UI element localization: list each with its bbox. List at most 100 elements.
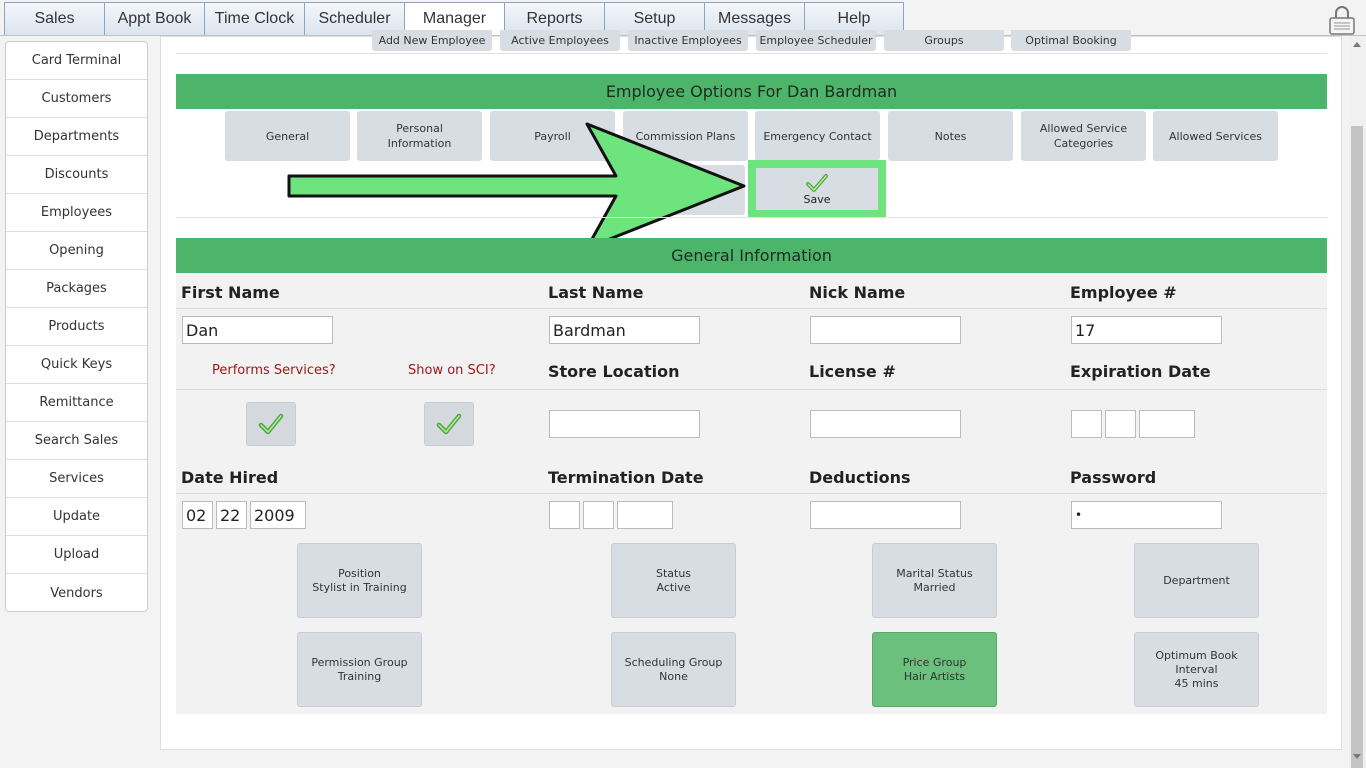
scroll-down-icon[interactable]: [1353, 754, 1361, 759]
add-new-employee-button[interactable]: Add New Employee: [372, 30, 492, 51]
deductions-field[interactable]: [810, 501, 961, 529]
pointer-arrow-icon: [287, 122, 746, 250]
position-title: Position: [338, 566, 381, 580]
row-divider: [176, 308, 1327, 309]
employee-options-header: Employee Options For Dan Bardman: [176, 74, 1327, 109]
optimum-book-interval-button[interactable]: Optimum Book Interval 45 mins: [1134, 632, 1259, 707]
optimum-book-subtitle: Interval: [1175, 662, 1218, 676]
show-on-sci-label: Show on SCI?: [408, 363, 496, 378]
lock-icon[interactable]: [1328, 5, 1356, 35]
row-divider: [176, 389, 1327, 390]
optimum-book-value: 45 mins: [1174, 676, 1219, 690]
optimal-booking-button[interactable]: Optimal Booking: [1011, 30, 1131, 51]
password-field[interactable]: •: [1071, 501, 1222, 529]
employee-scheduler-button[interactable]: Employee Scheduler: [756, 30, 876, 51]
active-employees-button[interactable]: Active Employees: [500, 30, 620, 51]
license-label: License #: [809, 362, 896, 381]
sidebar: Card Terminal Customers Departments Disc…: [5, 41, 148, 612]
sidebar-item-card-terminal[interactable]: Card Terminal: [6, 42, 147, 80]
permission-group-button[interactable]: Permission Group Training: [297, 632, 422, 707]
date-hired-year-field[interactable]: 2009: [250, 501, 306, 529]
employee-number-field[interactable]: 17: [1071, 316, 1222, 344]
marital-status-title: Marital Status: [896, 566, 973, 580]
status-button[interactable]: Status Active: [611, 543, 736, 618]
store-location-label: Store Location: [548, 362, 680, 381]
date-hired-month-field[interactable]: 02: [182, 501, 213, 529]
sidebar-item-discounts[interactable]: Discounts: [6, 156, 147, 194]
status-title: Status: [655, 566, 692, 580]
performs-services-checkbox[interactable]: [246, 402, 296, 446]
scroll-up-icon[interactable]: [1353, 42, 1361, 47]
permission-group-value: Training: [337, 669, 382, 683]
inactive-employees-button[interactable]: Inactive Employees: [628, 30, 748, 51]
last-name-label: Last Name: [548, 283, 644, 302]
save-highlight: Save: [748, 160, 886, 218]
sidebar-item-search-sales[interactable]: Search Sales: [6, 422, 147, 460]
tab-appt-book[interactable]: Appt Book: [104, 2, 204, 36]
general-information-header: General Information: [176, 238, 1327, 273]
option-allowed-services-button[interactable]: Allowed Services: [1153, 111, 1278, 161]
marital-status-button[interactable]: Marital Status Married: [872, 543, 997, 618]
save-button[interactable]: Save: [756, 168, 878, 210]
sidebar-item-packages[interactable]: Packages: [6, 270, 147, 308]
sidebar-item-employees[interactable]: Employees: [6, 194, 147, 232]
option-allowed-service-categories-button[interactable]: Allowed Service Categories: [1021, 111, 1146, 161]
sidebar-item-services[interactable]: Services: [6, 460, 147, 498]
sidebar-item-customers[interactable]: Customers: [6, 80, 147, 118]
check-icon: [258, 413, 284, 435]
price-group-button[interactable]: Price Group Hair Artists: [872, 632, 997, 707]
groups-button[interactable]: Groups: [884, 30, 1004, 51]
option-notes-button[interactable]: Notes: [888, 111, 1013, 161]
sidebar-item-opening[interactable]: Opening: [6, 232, 147, 270]
price-group-title: Price Group: [902, 655, 967, 669]
scheduling-group-title: Scheduling Group: [624, 655, 723, 669]
performs-services-label: Performs Services?: [212, 363, 336, 378]
department-button[interactable]: Department: [1134, 543, 1259, 618]
termination-day-field[interactable]: [583, 501, 614, 529]
check-icon: [806, 173, 828, 192]
sidebar-item-remittance[interactable]: Remittance: [6, 384, 147, 422]
termination-year-field[interactable]: [617, 501, 673, 529]
marital-status-value: Married: [913, 580, 956, 594]
store-location-field[interactable]: [549, 410, 700, 438]
first-name-field[interactable]: Dan: [182, 316, 333, 344]
expiration-year-field[interactable]: [1139, 410, 1195, 438]
nick-name-field[interactable]: [810, 316, 961, 344]
expiration-month-field[interactable]: [1071, 410, 1102, 438]
first-name-label: First Name: [181, 283, 280, 302]
sidebar-item-update[interactable]: Update: [6, 498, 147, 536]
divider: [176, 53, 1327, 54]
sidebar-item-departments[interactable]: Departments: [6, 118, 147, 156]
expiration-day-field[interactable]: [1105, 410, 1136, 438]
department-title: Department: [1163, 573, 1230, 587]
deductions-label: Deductions: [809, 468, 911, 487]
tab-sales[interactable]: Sales: [4, 2, 104, 36]
employee-number-label: Employee #: [1070, 283, 1177, 302]
divider: [176, 217, 1327, 218]
sidebar-item-products[interactable]: Products: [6, 308, 147, 346]
date-hired-label: Date Hired: [181, 468, 279, 487]
sidebar-item-upload[interactable]: Upload: [6, 536, 147, 574]
expiration-date-label: Expiration Date: [1070, 362, 1211, 381]
termination-date-label: Termination Date: [548, 468, 704, 487]
show-on-sci-checkbox[interactable]: [424, 402, 474, 446]
position-button[interactable]: Position Stylist in Training: [297, 543, 422, 618]
last-name-field[interactable]: Bardman: [549, 316, 700, 344]
scrollbar[interactable]: [1349, 36, 1366, 768]
check-icon: [436, 413, 462, 435]
termination-month-field[interactable]: [549, 501, 580, 529]
date-hired-day-field[interactable]: 22: [216, 501, 247, 529]
license-field[interactable]: [810, 410, 961, 438]
row-divider: [176, 493, 1327, 494]
position-value: Stylist in Training: [312, 580, 407, 594]
save-label: Save: [803, 192, 831, 206]
option-emergency-contact-button[interactable]: Emergency Contact: [755, 111, 880, 161]
scrollbar-thumb[interactable]: [1351, 126, 1363, 768]
tab-time-clock[interactable]: Time Clock: [204, 2, 304, 36]
sidebar-item-quick-keys[interactable]: Quick Keys: [6, 346, 147, 384]
sidebar-item-vendors[interactable]: Vendors: [6, 574, 147, 612]
scheduling-group-value: None: [659, 669, 688, 683]
scheduling-group-button[interactable]: Scheduling Group None: [611, 632, 736, 707]
password-label: Password: [1070, 468, 1157, 487]
price-group-value: Hair Artists: [903, 669, 966, 683]
